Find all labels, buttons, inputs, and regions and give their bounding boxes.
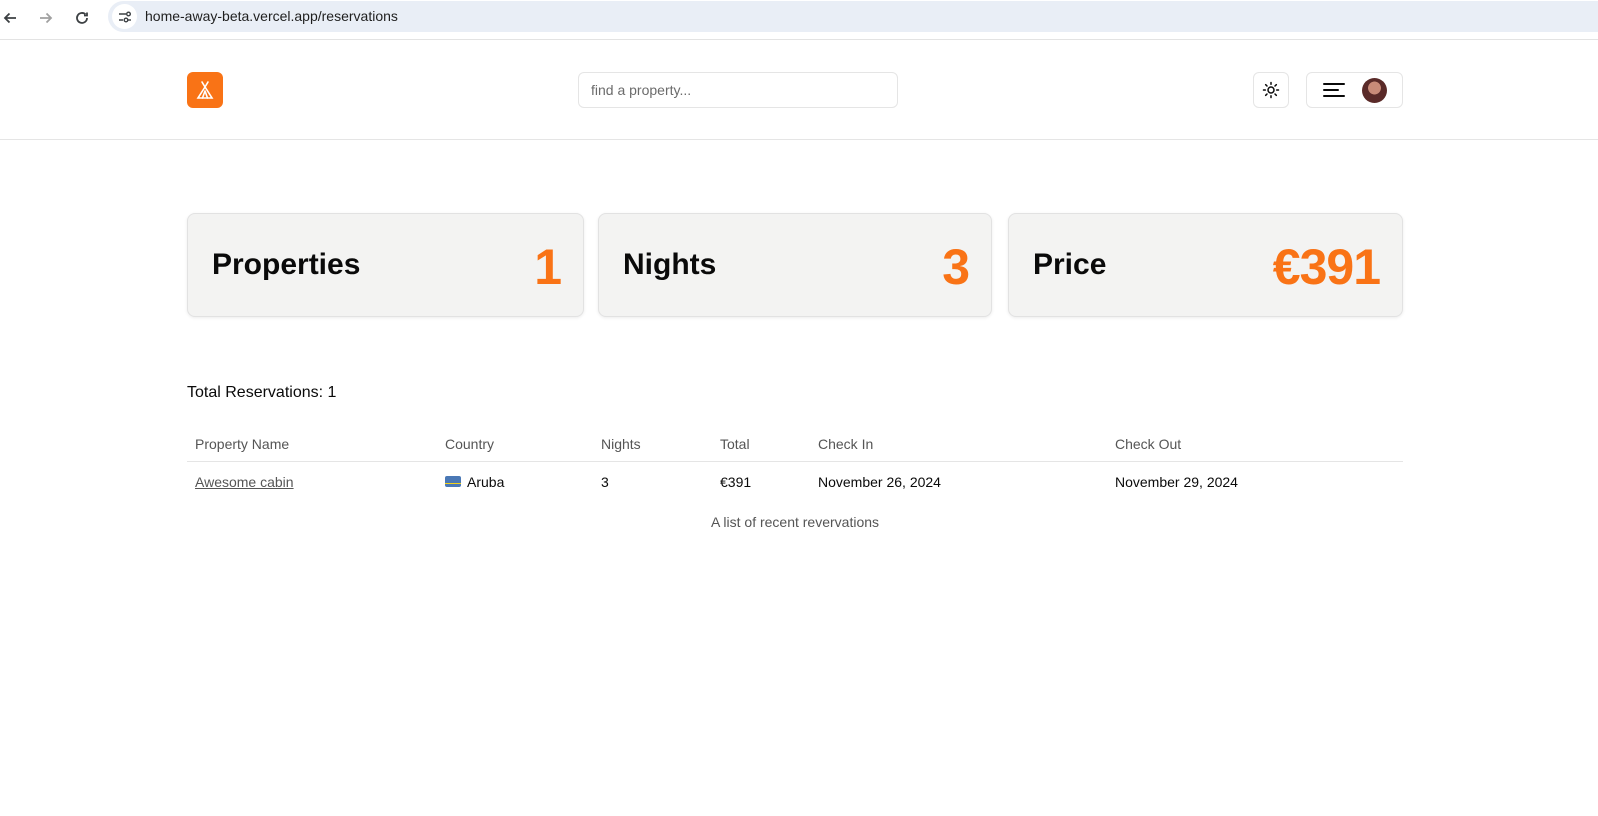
column-header-nights: Nights — [601, 436, 641, 452]
stat-value: 3 — [942, 239, 970, 295]
column-header-property-name: Property Name — [195, 436, 290, 452]
search-input[interactable] — [578, 72, 898, 108]
avatar — [1362, 78, 1387, 103]
total-cell: €391 — [720, 474, 752, 490]
user-menu-button[interactable] — [1306, 72, 1403, 108]
table-caption: A list of recent revervations — [710, 514, 880, 530]
table-row: Awesome cabin Aruba 3 €391 November 26, … — [187, 462, 1403, 500]
country-cell: Aruba — [445, 462, 504, 502]
browser-toolbar: home-away-beta.vercel.app/reservations — [0, 0, 1598, 40]
site-info-icon[interactable] — [112, 4, 137, 29]
address-bar[interactable]: home-away-beta.vercel.app/reservations — [108, 1, 1598, 32]
column-header-country: Country — [445, 436, 495, 452]
country-name: Aruba — [467, 474, 505, 490]
theme-toggle-button[interactable] — [1253, 72, 1289, 108]
stat-card-price: Price €391 — [1008, 213, 1403, 317]
property-link[interactable]: Awesome cabin — [195, 474, 294, 490]
stat-value: 1 — [534, 239, 562, 295]
check-out-cell: November 29, 2024 — [1115, 474, 1238, 490]
stat-label: Nights — [623, 248, 717, 281]
check-in-cell: November 26, 2024 — [818, 474, 941, 490]
app-header — [0, 40, 1598, 140]
url-text[interactable]: home-away-beta.vercel.app/reservations — [145, 8, 398, 24]
sun-icon — [1262, 81, 1280, 99]
column-header-check-out: Check Out — [1115, 436, 1182, 452]
menu-icon — [1323, 83, 1345, 97]
aruba-flag-icon — [445, 476, 461, 487]
column-header-total: Total — [720, 436, 750, 452]
tent-logo-icon[interactable] — [187, 72, 223, 108]
property-cell: Awesome cabin — [195, 462, 294, 502]
reservations-table: Property Name Country Nights Total Check… — [187, 426, 1403, 500]
reload-icon[interactable] — [68, 4, 96, 32]
table-header: Property Name Country Nights Total Check… — [187, 426, 1403, 462]
nights-cell: 3 — [601, 474, 609, 490]
stat-label: Price — [1033, 248, 1107, 281]
stat-value: €391 — [1272, 239, 1381, 295]
stat-card-properties: Properties 1 — [187, 213, 584, 317]
stat-label: Properties — [212, 248, 361, 281]
stat-card-nights: Nights 3 — [598, 213, 992, 317]
forward-arrow-icon[interactable] — [32, 4, 60, 32]
back-arrow-icon[interactable] — [0, 4, 24, 32]
column-header-check-in: Check In — [818, 436, 874, 452]
total-reservations: Total Reservations: 1 — [187, 384, 337, 401]
